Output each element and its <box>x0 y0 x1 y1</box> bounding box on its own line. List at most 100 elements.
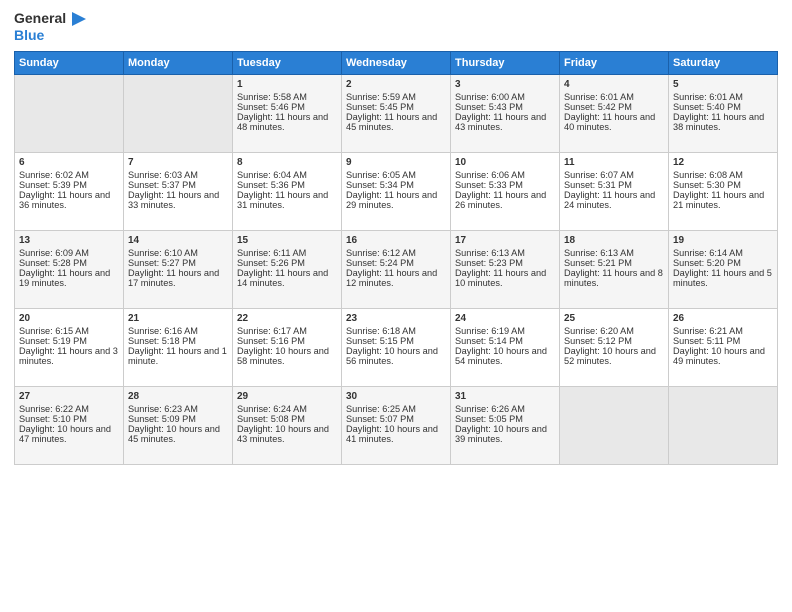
calendar-cell: 9Sunrise: 6:05 AMSunset: 5:34 PMDaylight… <box>342 153 451 231</box>
day-number: 29 <box>237 391 337 402</box>
calendar-cell: 5Sunrise: 6:01 AMSunset: 5:40 PMDaylight… <box>669 75 778 153</box>
day-info: Sunset: 5:12 PM <box>564 336 664 346</box>
calendar-cell: 20Sunrise: 6:15 AMSunset: 5:19 PMDayligh… <box>15 309 124 387</box>
day-info: Daylight: 11 hours and 26 minutes. <box>455 190 555 210</box>
day-info: Sunrise: 6:07 AM <box>564 170 664 180</box>
day-info: Sunset: 5:37 PM <box>128 180 228 190</box>
day-info: Sunset: 5:05 PM <box>455 414 555 424</box>
logo-blue: Blue <box>14 28 86 43</box>
day-info: Sunset: 5:09 PM <box>128 414 228 424</box>
day-info: Sunrise: 5:58 AM <box>237 92 337 102</box>
day-number: 25 <box>564 313 664 324</box>
calendar-cell: 31 Sunrise: 6:26 AMSunset: 5:05 PMDayligh… <box>451 387 560 465</box>
day-info: Sunset: 5:08 PM <box>237 414 337 424</box>
calendar-cell: 27Sunrise: 6:22 AMSunset: 5:10 PMDayligh… <box>15 387 124 465</box>
day-info: Sunset: 5:11 PM <box>673 336 773 346</box>
calendar-cell: 17Sunrise: 6:13 AMSunset: 5:23 PMDayligh… <box>451 231 560 309</box>
day-info: Sunset: 5:10 PM <box>19 414 119 424</box>
weekday-header: Tuesday <box>233 52 342 75</box>
day-number: 17 <box>455 235 555 246</box>
day-info: Sunrise: 6:25 AM <box>346 404 446 414</box>
day-info: Sunrise: 6:22 AM <box>19 404 119 414</box>
day-info: Daylight: 10 hours and 49 minutes. <box>673 346 773 366</box>
day-info: Sunrise: 6:26 AM <box>455 404 555 414</box>
calendar-week-row: 6Sunrise: 6:02 AMSunset: 5:39 PMDaylight… <box>15 153 778 231</box>
day-number: 12 <box>673 157 773 168</box>
day-info: Sunrise: 6:00 AM <box>455 92 555 102</box>
day-number: 6 <box>19 157 119 168</box>
day-number: 21 <box>128 313 228 324</box>
day-info: Sunset: 5:20 PM <box>673 258 773 268</box>
day-info: Daylight: 11 hours and 48 minutes. <box>237 112 337 132</box>
day-info: Sunset: 5:14 PM <box>455 336 555 346</box>
day-info: Sunset: 5:07 PM <box>346 414 446 424</box>
day-info: Daylight: 10 hours and 43 minutes. <box>237 424 337 444</box>
day-info: Sunset: 5:16 PM <box>237 336 337 346</box>
weekday-header: Saturday <box>669 52 778 75</box>
day-info: Daylight: 10 hours and 41 minutes. <box>346 424 446 444</box>
day-info: Sunrise: 6:12 AM <box>346 248 446 258</box>
day-info: Sunrise: 6:02 AM <box>19 170 119 180</box>
calendar-cell <box>669 387 778 465</box>
day-info: Daylight: 11 hours and 14 minutes. <box>237 268 337 288</box>
day-number: 26 <box>673 313 773 324</box>
calendar-week-row: 20Sunrise: 6:15 AMSunset: 5:19 PMDayligh… <box>15 309 778 387</box>
day-info: Sunrise: 6:18 AM <box>346 326 446 336</box>
calendar-cell: 1Sunrise: 5:58 AMSunset: 5:46 PMDaylight… <box>233 75 342 153</box>
day-info: Daylight: 11 hours and 24 minutes. <box>564 190 664 210</box>
day-info: Sunset: 5:34 PM <box>346 180 446 190</box>
day-info: Daylight: 10 hours and 45 minutes. <box>128 424 228 444</box>
day-info: Daylight: 11 hours and 12 minutes. <box>346 268 446 288</box>
day-info: Daylight: 10 hours and 39 minutes. <box>455 424 555 444</box>
day-number: 30 <box>346 391 446 402</box>
day-info: Sunrise: 6:01 AM <box>673 92 773 102</box>
calendar-cell: 12Sunrise: 6:08 AMSunset: 5:30 PMDayligh… <box>669 153 778 231</box>
day-number: 11 <box>564 157 664 168</box>
day-info: Daylight: 11 hours and 1 minute. <box>128 346 228 366</box>
calendar-cell: 24Sunrise: 6:19 AMSunset: 5:14 PMDayligh… <box>451 309 560 387</box>
day-info: Sunrise: 6:14 AM <box>673 248 773 258</box>
day-info: Daylight: 10 hours and 52 minutes. <box>564 346 664 366</box>
day-number: 1 <box>237 79 337 90</box>
day-info: Sunset: 5:23 PM <box>455 258 555 268</box>
day-number: 4 <box>564 79 664 90</box>
day-info: Sunrise: 6:08 AM <box>673 170 773 180</box>
day-info: Sunrise: 6:21 AM <box>673 326 773 336</box>
day-info: Sunrise: 6:10 AM <box>128 248 228 258</box>
day-info: Sunset: 5:43 PM <box>455 102 555 112</box>
day-info: Sunset: 5:21 PM <box>564 258 664 268</box>
day-info: Daylight: 11 hours and 43 minutes. <box>455 112 555 132</box>
day-number: 8 <box>237 157 337 168</box>
day-number: 20 <box>19 313 119 324</box>
day-info: Daylight: 11 hours and 45 minutes. <box>346 112 446 132</box>
calendar-cell: 11Sunrise: 6:07 AMSunset: 5:31 PMDayligh… <box>560 153 669 231</box>
day-number: 18 <box>564 235 664 246</box>
calendar-cell: 26 Sunrise: 6:21 AMSunset: 5:11 PMDayligh… <box>669 309 778 387</box>
day-info: Sunset: 5:42 PM <box>564 102 664 112</box>
day-info: Sunrise: 6:11 AM <box>237 248 337 258</box>
calendar-week-row: 13Sunrise: 6:09 AMSunset: 5:28 PMDayligh… <box>15 231 778 309</box>
day-info: Daylight: 11 hours and 36 minutes. <box>19 190 119 210</box>
logo: General Blue <box>14 10 86 43</box>
day-info: Sunset: 5:36 PM <box>237 180 337 190</box>
calendar-cell <box>124 75 233 153</box>
calendar-table: SundayMondayTuesdayWednesdayThursdayFrid… <box>14 51 778 465</box>
day-number: 31 <box>455 391 555 402</box>
day-info: Sunrise: 6:05 AM <box>346 170 446 180</box>
day-info: Sunrise: 6:06 AM <box>455 170 555 180</box>
day-info: Sunrise: 6:03 AM <box>128 170 228 180</box>
day-info: Sunset: 5:18 PM <box>128 336 228 346</box>
day-number: 3 <box>455 79 555 90</box>
weekday-header: Friday <box>560 52 669 75</box>
day-number: 13 <box>19 235 119 246</box>
calendar-cell: 3 Sunrise: 6:00 AMSunset: 5:43 PMDaylight… <box>451 75 560 153</box>
day-info: Daylight: 11 hours and 3 minutes. <box>19 346 119 366</box>
day-info: Daylight: 11 hours and 31 minutes. <box>237 190 337 210</box>
day-info: Sunset: 5:26 PM <box>237 258 337 268</box>
day-number: 27 <box>19 391 119 402</box>
day-info: Daylight: 11 hours and 10 minutes. <box>455 268 555 288</box>
day-info: Daylight: 11 hours and 17 minutes. <box>128 268 228 288</box>
day-info: Sunset: 5:30 PM <box>673 180 773 190</box>
day-info: Sunrise: 6:23 AM <box>128 404 228 414</box>
weekday-header: Wednesday <box>342 52 451 75</box>
